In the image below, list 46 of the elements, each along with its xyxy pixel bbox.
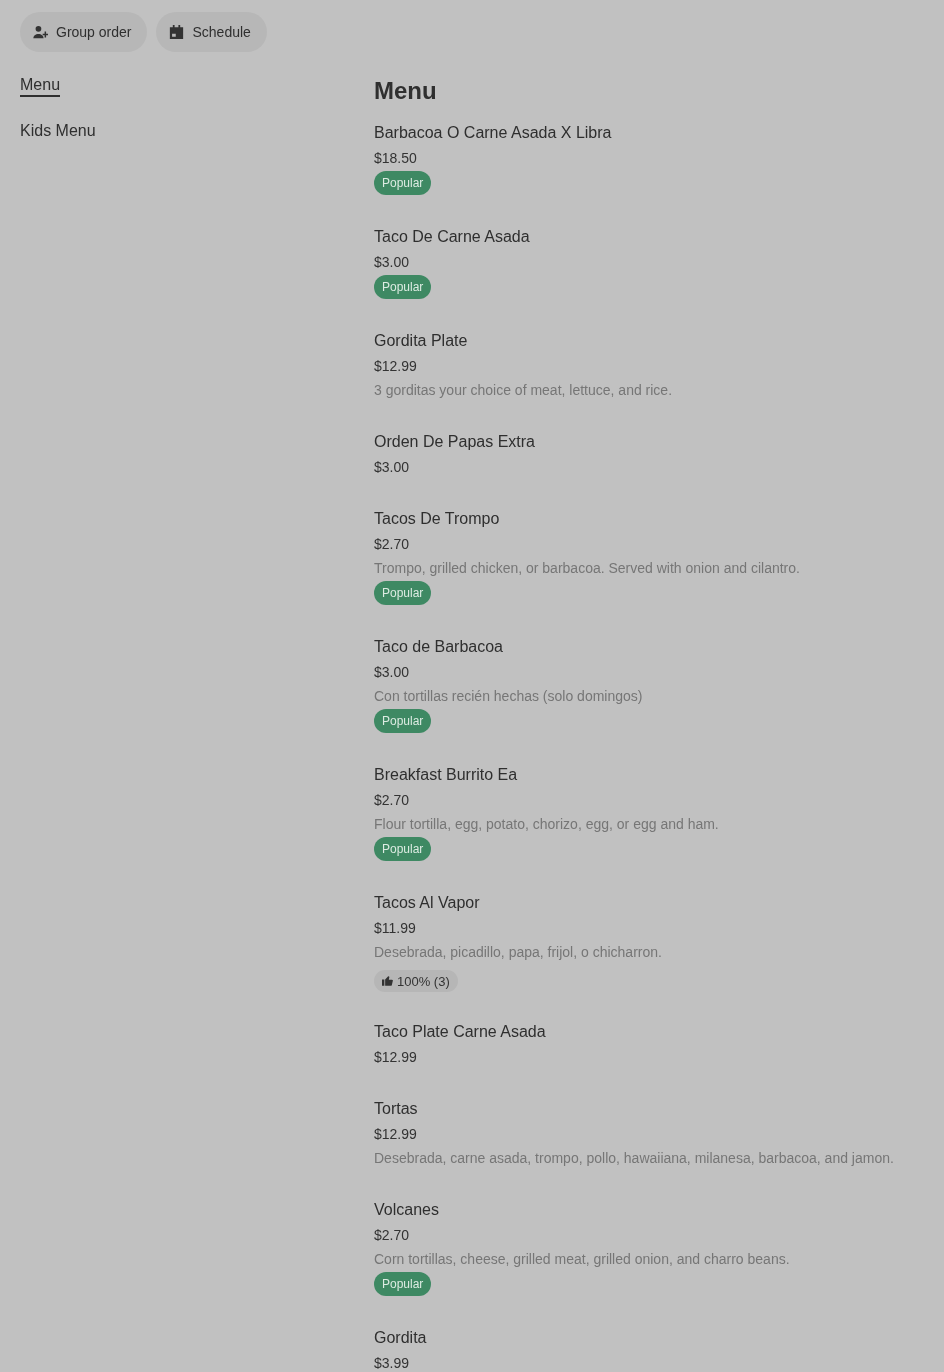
sidebar-item[interactable]: Kids Menu [20,121,96,143]
item-price: $12.99 [374,1048,417,1067]
sidebar-item[interactable]: Menu [20,75,61,97]
item-description: Con tortillas recién hechas (solo domingos) [374,687,643,706]
item-name: Gordita [374,1328,427,1348]
item-name: Orden De Papas Extra [374,432,535,452]
item-name: Taco de Barbacoa [374,637,503,657]
rating-text: 100% (3) [397,973,450,989]
popular-badge: Popular [374,171,432,195]
section-heading: Menu [374,76,438,106]
item-description: Desebrada, carne asada, trompo, pollo, hawaiiana, milanesa, barbacoa, and jamon. [374,1149,894,1168]
item-name: Barbacoa O Carne Asada X Libra [374,123,612,143]
item-price: $3.00 [374,253,410,272]
item-name: Breakfast Burrito Ea [374,765,518,785]
item-name: Tacos Al Vapor [374,893,480,913]
item-price: $2.70 [374,535,410,554]
popular-badge: Popular [374,581,432,605]
item-price: $3.00 [374,663,410,682]
item-price: $12.99 [374,1125,417,1144]
item-price: $2.70 [374,791,410,810]
item-description: Desebrada, picadillo, papa, frijol, o chicharron. [374,943,662,962]
item-description: Flour tortilla, egg, potato, chorizo, egg, or egg and ham. [374,815,719,834]
item-price: $2.70 [374,1226,410,1245]
item-price: $11.99 [374,919,416,938]
popular-badge: Popular [374,709,432,733]
schedule-button[interactable]: Schedule [156,12,267,52]
item-name: Gordita Plate [374,331,468,351]
item-description: Trompo, grilled chicken, or barbacoa. Served with onion and cilantro. [374,559,800,578]
item-name: Taco De Carne Asada [374,227,530,247]
item-description: 3 gorditas your choice of meat, lettuce, and rice. [374,381,673,400]
calendar-icon [169,25,185,39]
popular-badge: Popular [374,837,432,861]
item-name: Taco Plate Carne Asada [374,1022,546,1042]
item-price: $18.50 [374,149,417,168]
thumbs-up-icon [382,976,393,986]
popular-badge: Popular [374,1272,432,1296]
item-name: Tacos De Trompo [374,509,500,529]
popular-badge: Popular [374,275,432,299]
item-price: $12.99 [374,357,417,376]
item-name: Volcanes [374,1200,439,1220]
group-order-button[interactable]: Group order [20,12,148,52]
item-price: $3.00 [374,458,410,477]
item-price: $3.99 [374,1354,410,1372]
item-description: Corn tortillas, cheese, grilled meat, grilled onion, and charro beans. [374,1250,790,1269]
item-name: Tortas [374,1099,418,1119]
person-plus-icon [33,25,48,39]
